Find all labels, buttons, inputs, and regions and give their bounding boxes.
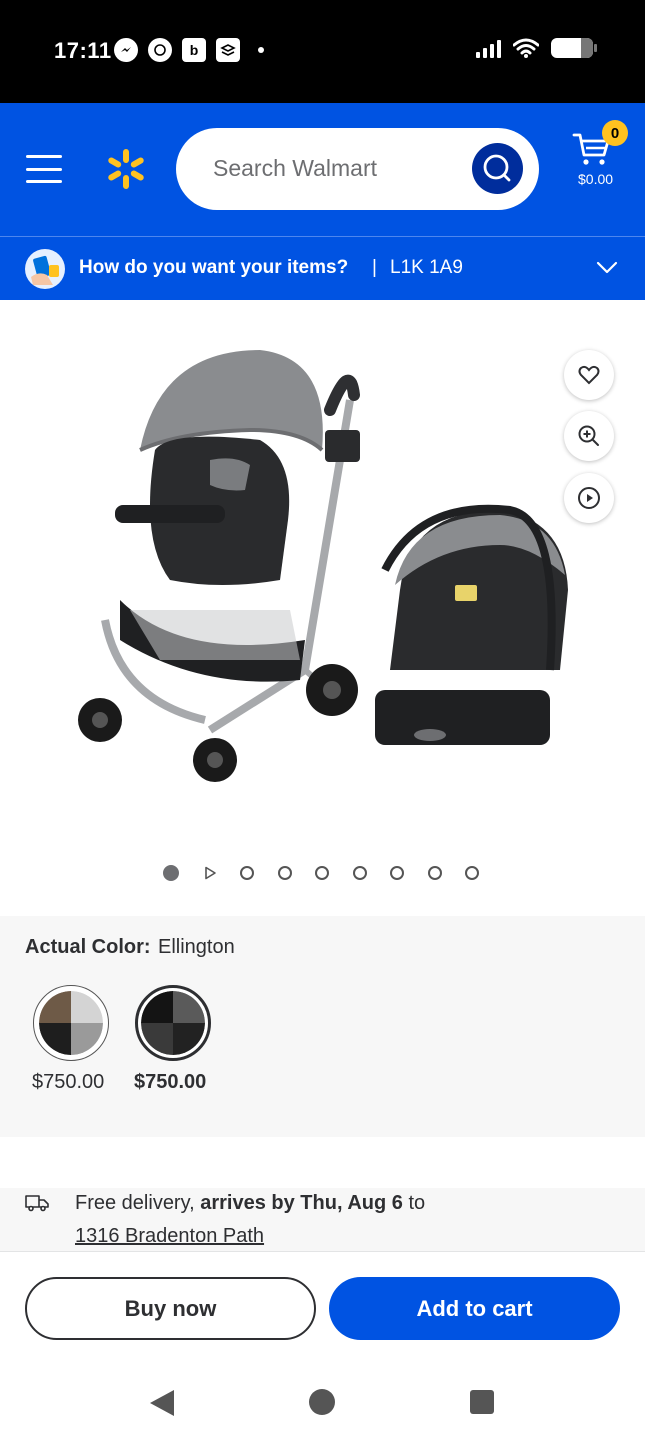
color-value: Ellington <box>158 936 235 958</box>
variant-selector: Actual Color: Ellington $750.00 $750.00 <box>0 916 645 1137</box>
swatch-price-2: $750.00 <box>134 1071 207 1093</box>
buy-now-button[interactable]: Buy now <box>25 1277 316 1340</box>
product-image[interactable] <box>60 340 580 800</box>
more-notifications-dot <box>258 47 264 53</box>
delivery-separator: | <box>372 257 377 278</box>
wifi-icon <box>513 38 539 58</box>
signal-icon <box>476 38 501 58</box>
walmart-spark-logo[interactable] <box>104 147 148 191</box>
favorite-button[interactable] <box>564 350 614 400</box>
search-placeholder: Search Walmart <box>213 155 378 181</box>
delivery-illustration-icon <box>25 249 65 289</box>
carousel-dot[interactable] <box>465 866 479 880</box>
whatsapp-icon <box>148 38 172 62</box>
carousel-dot[interactable] <box>277 866 292 880</box>
fulfillment-info: Free delivery, arrives by Thu, Aug 6 to … <box>0 1188 645 1252</box>
recents-icon[interactable] <box>470 1390 494 1414</box>
search-icon <box>483 154 511 182</box>
add-to-cart-button[interactable]: Add to cart <box>329 1277 620 1340</box>
carousel-dot[interactable] <box>427 866 442 880</box>
status-time: 17:11 <box>54 38 112 63</box>
delivery-selector[interactable]: How do you want your items? | L1K 1A9 <box>0 236 645 300</box>
search-input[interactable]: Search Walmart <box>176 128 539 210</box>
back-icon[interactable] <box>150 1390 174 1416</box>
carousel-dot[interactable] <box>352 866 367 880</box>
delivery-question: How do you want your items? <box>79 257 349 278</box>
swatch-option-2[interactable] <box>135 985 211 1061</box>
system-nav-bar <box>0 1362 645 1440</box>
color-label: Actual Color: <box>25 936 151 958</box>
b-app-icon: b <box>182 38 206 62</box>
swatch-image <box>141 991 205 1055</box>
stack-app-icon <box>216 38 240 62</box>
chevron-down-icon[interactable] <box>596 259 618 275</box>
carousel-dot[interactable] <box>163 865 179 881</box>
delivery-estimate: Free delivery, arrives by Thu, Aug 6 to <box>75 1192 426 1214</box>
carousel-dot[interactable] <box>315 866 329 880</box>
status-bar: 17:11 b <box>0 0 645 103</box>
swatch-option-1[interactable] <box>33 985 109 1061</box>
video-dot-play-icon[interactable] <box>203 866 217 880</box>
system-icons <box>476 38 597 58</box>
menu-icon[interactable] <box>26 155 62 183</box>
truck-icon <box>25 1195 49 1212</box>
carousel-dot[interactable] <box>390 866 404 880</box>
heart-icon <box>578 365 600 385</box>
delivery-postal-code: L1K 1A9 <box>390 257 463 278</box>
home-icon[interactable] <box>309 1389 335 1415</box>
cart-button[interactable]: 0 $0.00 <box>572 120 632 191</box>
cart-total: $0.00 <box>578 171 614 187</box>
search-button[interactable] <box>472 143 523 194</box>
video-button[interactable] <box>564 473 614 523</box>
notification-icons: b <box>114 38 264 62</box>
messenger-icon <box>114 38 138 62</box>
battery-icon <box>551 38 597 58</box>
app-header: Search Walmart 0 $0.00 <box>0 103 645 236</box>
play-icon <box>578 487 600 509</box>
product-gallery <box>0 300 645 916</box>
zoom-in-icon <box>578 425 599 446</box>
carousel-dot[interactable] <box>240 866 254 880</box>
swatch-price-1: $750.00 <box>32 1071 105 1093</box>
carousel-indicator <box>163 865 503 881</box>
zoom-button[interactable] <box>564 411 614 461</box>
cart-count-badge: 0 <box>602 120 628 146</box>
swatch-image <box>39 991 103 1055</box>
delivery-address-link[interactable]: 1316 Bradenton Path <box>75 1225 264 1248</box>
